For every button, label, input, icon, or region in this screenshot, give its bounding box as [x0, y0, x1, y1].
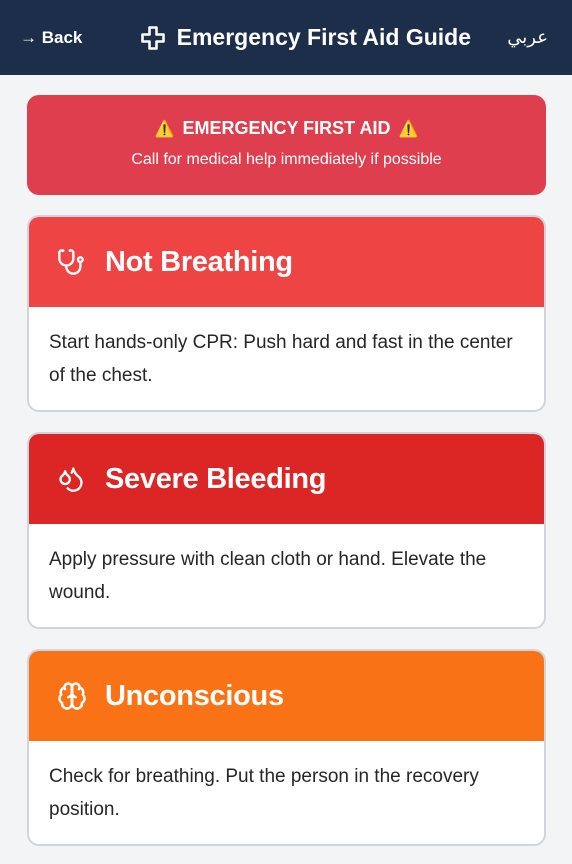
emergency-alert-banner: ⚠️ EMERGENCY FIRST AID ⚠️ Call for medic…	[27, 95, 546, 195]
main-content: ⚠️ EMERGENCY FIRST AID ⚠️ Call for medic…	[0, 75, 572, 846]
card-severe-bleeding[interactable]: Severe Bleeding Apply pressure with clea…	[27, 432, 546, 629]
alert-title-row: ⚠️ EMERGENCY FIRST AID ⚠️	[27, 118, 546, 139]
warning-icon: ⚠️	[154, 120, 175, 138]
app-title-group: Emergency First Aid Guide	[139, 24, 471, 52]
card-title: Unconscious	[105, 679, 284, 712]
warning-icon: ⚠️	[398, 120, 419, 138]
card-instruction: Apply pressure with clean cloth or hand.…	[49, 549, 487, 603]
card-unconscious[interactable]: Unconscious Check for breathing. Put the…	[27, 649, 546, 846]
page-title: Emergency First Aid Guide	[176, 24, 472, 50]
back-button[interactable]: → Back	[20, 28, 82, 48]
medical-cross-icon	[139, 24, 167, 52]
droplets-icon	[57, 462, 91, 496]
language-toggle-button[interactable]: عربي	[507, 27, 548, 48]
card-title: Not Breathing	[105, 245, 293, 278]
card-instruction: Check for breathing. Put the person in t…	[49, 766, 479, 820]
card-header: Unconscious	[29, 651, 544, 741]
top-bar: → Back Emergency First Aid Guide عربي	[0, 0, 572, 75]
alert-title: EMERGENCY FIRST AID	[182, 118, 391, 138]
card-header: Severe Bleeding	[29, 434, 544, 524]
brain-icon	[57, 679, 91, 713]
stethoscope-icon	[57, 245, 91, 279]
card-not-breathing[interactable]: Not Breathing Start hands-only CPR: Push…	[27, 215, 546, 412]
card-instruction: Start hands-only CPR: Push hard and fast…	[49, 332, 513, 386]
language-label: عربي	[507, 27, 548, 48]
card-header: Not Breathing	[29, 217, 544, 307]
alert-subtitle: Call for medical help immediately if pos…	[131, 151, 442, 168]
card-title: Severe Bleeding	[105, 462, 327, 495]
back-label: → Back	[20, 27, 83, 47]
